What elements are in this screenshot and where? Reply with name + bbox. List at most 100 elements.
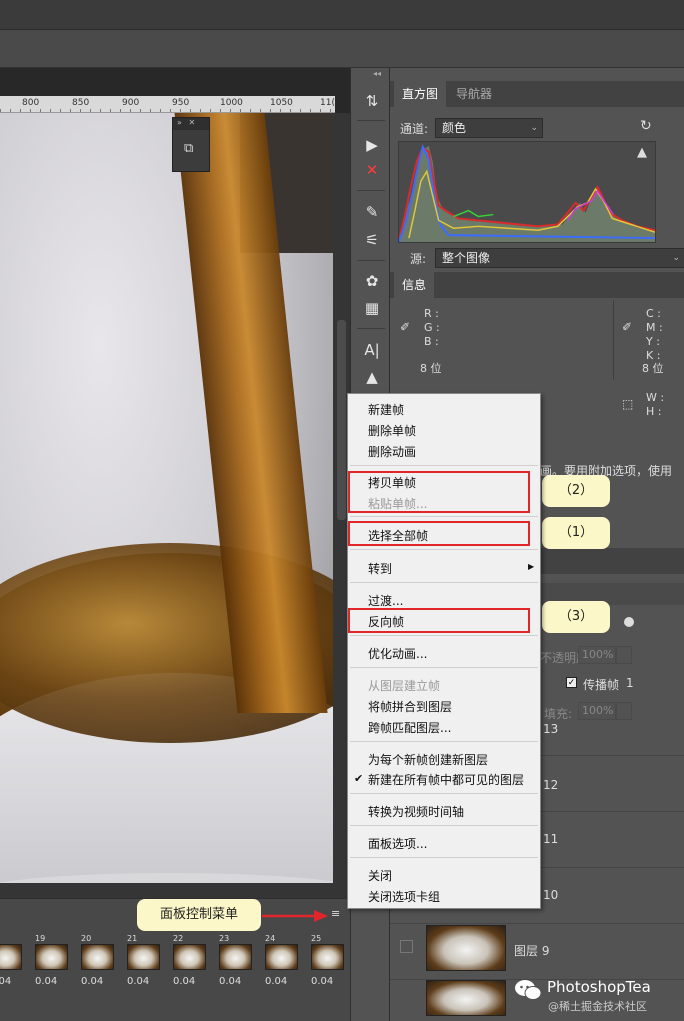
checkmark-icon: ✔ — [354, 772, 364, 785]
eyedropper-icon: ✐ — [400, 320, 411, 334]
frame-thumbnail — [127, 944, 160, 970]
timeline-frame[interactable]: 25 0.04 — [308, 934, 350, 996]
chevron-down-icon: ⌄ — [530, 123, 538, 133]
propagate-frame-value: 1 — [626, 676, 634, 690]
frame-thumbnail — [81, 944, 114, 970]
frame-thumbnail — [0, 944, 22, 970]
menu-item-close-tab-group[interactable]: 关闭选项卡组 — [368, 888, 440, 905]
panel-menu-icon[interactable]: ≡ — [331, 908, 343, 919]
annotation-step-3: （3） — [542, 601, 610, 633]
source-select[interactable]: 整个图像 ⌄ — [435, 248, 684, 268]
layer-thumbnail — [426, 925, 506, 971]
frame-thumbnail — [311, 944, 344, 970]
collapse-icon[interactable]: ◂◂ — [373, 69, 381, 78]
options-bar — [0, 30, 684, 68]
timeline-frame[interactable]: 24 0.04 — [262, 934, 304, 996]
ruler-tick: 850 — [72, 98, 90, 108]
app-menu-bar — [0, 0, 684, 30]
highlight-copy-paste — [348, 471, 530, 513]
character-icon[interactable]: A| — [361, 339, 383, 361]
warning-icon[interactable]: ▲ — [637, 145, 647, 160]
glyphs-icon[interactable]: ▲ — [361, 366, 383, 388]
menu-item-delete-frame[interactable]: 删除单帧 — [368, 422, 416, 439]
propagate-frame-label: 传播帧 — [583, 678, 620, 692]
menu-item-new-frame[interactable]: 新建帧 — [368, 401, 404, 418]
info-tab-row: 信息 — [390, 272, 684, 298]
layer-name: 13 — [543, 722, 559, 736]
info-cmyk: C : M : Y : K : — [646, 307, 663, 362]
timeline-frame[interactable]: 8 0.04 — [0, 934, 28, 996]
ruler-tick: 800 — [22, 98, 40, 108]
arrow-right-icon — [262, 910, 328, 922]
opacity-dropdown[interactable] — [616, 646, 632, 664]
history-icon[interactable]: ⇅ — [361, 90, 383, 112]
timeline-frame[interactable]: 19 0.04 — [32, 934, 74, 996]
highlight-select-all — [348, 521, 530, 546]
menu-item-new-layer-each-frame[interactable]: 为每个新帧创建新图层 — [368, 751, 488, 768]
frame-thumbnail — [219, 944, 252, 970]
annotation-step-2: （2） — [542, 475, 610, 507]
layer-name: 11 — [543, 832, 559, 846]
layer-name: 图层 9 — [514, 944, 550, 958]
layer-row[interactable]: 图层 9 — [390, 924, 684, 980]
propagate-frame-checkbox[interactable]: ✓ — [566, 677, 577, 688]
ruler-tick: 11( — [320, 98, 335, 108]
menu-item-go-to[interactable]: 转到 — [368, 560, 392, 577]
wechat-logo — [515, 980, 542, 1000]
play-icon[interactable]: ▶ — [361, 134, 383, 156]
vertical-scroll-thumb[interactable] — [337, 320, 346, 520]
palette-icon[interactable]: ✿ — [361, 270, 383, 292]
menu-item-delete-animation[interactable]: 删除动画 — [368, 443, 416, 460]
menu-item-optimize-animation[interactable]: 优化动画... — [368, 645, 427, 662]
opacity-field[interactable]: 100% — [578, 646, 616, 664]
frame-thumbnail — [173, 944, 206, 970]
ruler-tick: 900 — [122, 98, 140, 108]
info-rgb: R : G : B : — [424, 307, 440, 348]
watermark-brand: PhotoshopTea — [547, 978, 651, 996]
filter-toggle[interactable] — [624, 617, 634, 627]
actions-icon[interactable]: ✕ — [361, 159, 383, 181]
menu-item-panel-options[interactable]: 面板选项... — [368, 835, 427, 852]
menu-item-tween[interactable]: 过渡... — [368, 592, 403, 609]
swatches-grid-icon[interactable]: ▦ — [361, 297, 383, 319]
floating-panel: » ✕ ⧉ — [172, 117, 210, 172]
histogram-tab-row: 直方图 导航器 — [390, 81, 684, 107]
floating-panel-header[interactable]: » ✕ — [173, 118, 209, 130]
menu-item-make-frames-from-layers: 从图层建立帧 — [368, 679, 441, 693]
menu-item-new-layers-visible[interactable]: 新建在所有帧中都可见的图层 — [368, 771, 524, 788]
3d-cube-icon[interactable]: ⧉ — [184, 141, 200, 157]
eyedropper-icon: ✐ — [622, 320, 633, 334]
layer-name: 12 — [543, 778, 559, 792]
info-bits-left: 8 位 — [420, 362, 442, 375]
ruler-tick: 1000 — [220, 98, 243, 108]
visibility-toggle[interactable] — [400, 940, 413, 953]
info-bits-right: 8 位 — [642, 362, 664, 375]
menu-item-close[interactable]: 关闭 — [368, 867, 392, 884]
layer-thumbnail — [426, 980, 506, 1016]
menu-item-match-layer[interactable]: 跨帧匹配图层... — [368, 719, 451, 736]
brush-settings-icon[interactable]: ⚟ — [361, 229, 383, 251]
chevron-down-icon: ⌄ — [672, 253, 680, 263]
source-label: 源: — [410, 252, 427, 266]
layer-name: 10 — [543, 888, 559, 902]
channel-select[interactable]: 颜色 ⌄ — [435, 118, 543, 138]
timeline-frame[interactable]: 20 0.04 — [78, 934, 120, 996]
tab-info[interactable]: 信息 — [394, 272, 435, 298]
menu-item-convert-to-video-timeline[interactable]: 转换为视频时间轴 — [368, 803, 464, 820]
refresh-icon[interactable]: ↻ — [640, 118, 652, 134]
tab-histogram[interactable]: 直方图 — [394, 81, 447, 107]
tab-navigator[interactable]: 导航器 — [448, 81, 500, 107]
timeline-frame[interactable]: 23 0.04 — [216, 934, 258, 996]
coffee-photo-canvas[interactable] — [0, 113, 333, 883]
ruler-tick: 950 — [172, 98, 190, 108]
info-wh: W : H : — [646, 391, 665, 418]
menu-item-flatten-frames[interactable]: 将帧拼合到图层 — [368, 698, 452, 715]
submenu-arrow-icon: ▶ — [528, 562, 535, 571]
brush-icon[interactable]: ✎ — [361, 201, 383, 223]
watermark-sub: @稀土掘金技术社区 — [548, 1000, 647, 1013]
ruler-tick: 1050 — [270, 98, 293, 108]
timeline-frame[interactable]: 21 0.04 — [124, 934, 166, 996]
timeline-frame[interactable]: 22 0.04 — [170, 934, 212, 996]
selection-size-icon: ⬚ — [622, 397, 634, 411]
horizontal-scrollbar[interactable] — [0, 883, 350, 898]
